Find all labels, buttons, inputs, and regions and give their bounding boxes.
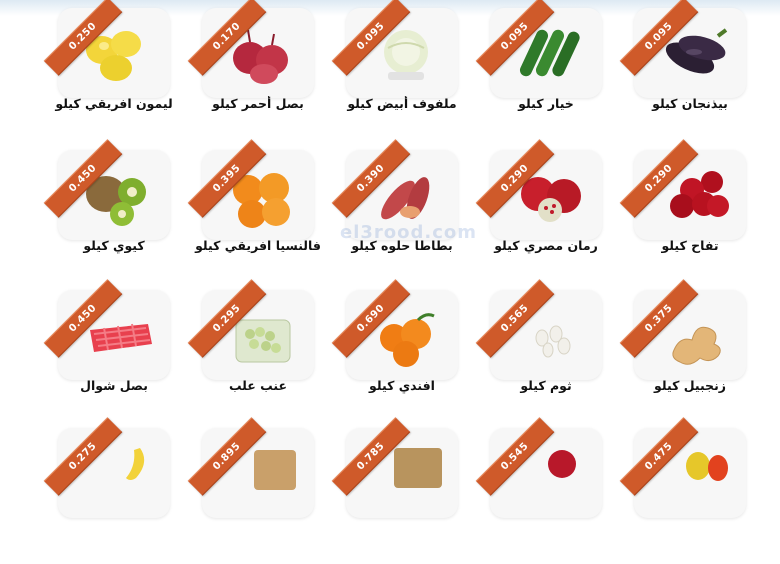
product-name: ليمون افريقي كيلو [55,96,173,111]
product-grid: 0.250 ليمون افريقي كيلو 0.170 بصل أحمر ك… [0,0,780,518]
product-name: خيار كيلو [518,96,574,111]
product-tile[interactable]: 0.170 بصل أحمر كيلو [187,0,333,144]
product-name: زنجبيل كيلو [654,378,726,393]
product-name: ثوم كيلو [520,378,572,393]
product-tile[interactable]: 0.450 كيوي كيلو [43,139,189,286]
product-tile[interactable]: 0.095 ملفوف أبيض كيلو [331,0,477,144]
product-name: تفاح كيلو [661,238,719,253]
product-name: كيوي كيلو [83,238,145,253]
product-tile[interactable]: 0.250 ليمون افريقي كيلو [43,0,189,144]
product-tile[interactable]: 0.290 تفاح كيلو [619,139,765,286]
product-name: رمان مصري كيلو [494,238,598,253]
product-tile[interactable]: 0.565 ثوم كيلو [475,279,621,426]
product-tile[interactable]: 0.095 بيذنجان كيلو [619,0,765,144]
product-tile[interactable]: 0.785 [331,417,477,564]
product-tile[interactable]: 0.475 [619,417,765,564]
product-tile[interactable]: 0.690 افندي كيلو [331,279,477,426]
product-tile[interactable]: 0.895 [187,417,333,564]
product-tile[interactable]: 0.275 [43,417,189,564]
product-tile[interactable]: 0.095 خيار كيلو [475,0,621,144]
product-tile[interactable]: 0.450 بصل شوال [43,279,189,426]
product-name: افندي كيلو [369,378,435,393]
product-tile[interactable]: 0.395 فالنسيا افريقي كيلو [187,139,333,286]
product-tile[interactable]: 0.295 عنب علب [187,279,333,426]
product-name: ملفوف أبيض كيلو [347,96,457,111]
product-tile[interactable]: 0.390 بطاطا حلوه كيلو [331,139,477,286]
product-tile[interactable]: 0.290 رمان مصري كيلو [475,139,621,286]
product-tile[interactable]: 0.375 زنجبيل كيلو [619,279,765,426]
product-tile[interactable]: 0.545 [475,417,621,564]
product-name: بصل أحمر كيلو [212,96,304,111]
product-name: بصل شوال [80,378,148,393]
product-name: عنب علب [228,378,288,393]
product-name: بطاطا حلوه كيلو [351,238,453,253]
product-name: فالنسيا افريقي كيلو [195,238,321,253]
product-name: بيذنجان كيلو [652,96,728,111]
